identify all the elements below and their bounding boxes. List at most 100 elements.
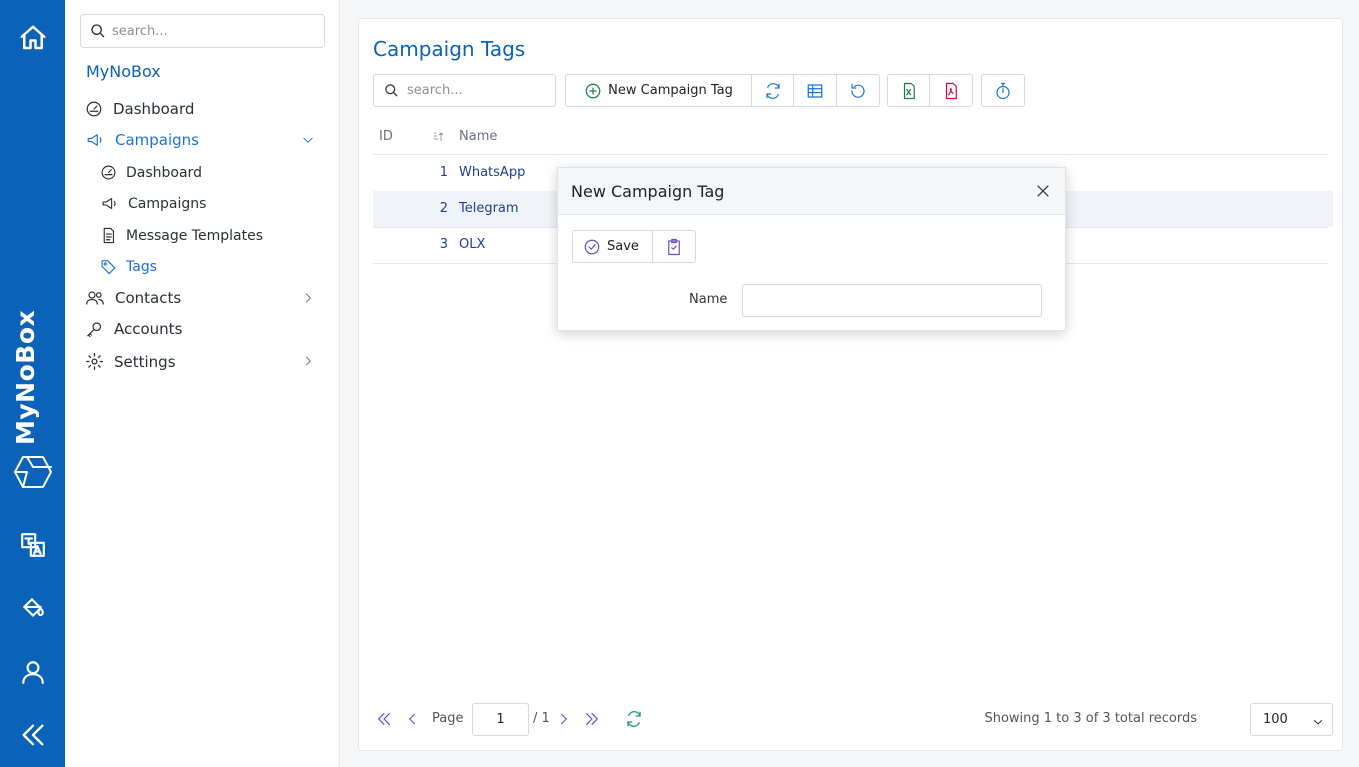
pdf-file-icon xyxy=(945,82,957,99)
page-number-input[interactable]: 1 xyxy=(472,703,529,736)
page-size-value: 100 xyxy=(1263,712,1288,727)
row-name-link[interactable]: Telegram xyxy=(459,201,519,216)
row-id: 2 xyxy=(439,201,448,216)
sidebar-item-label: Tags xyxy=(126,258,157,275)
timer-toolbar xyxy=(981,74,1025,107)
last-page-icon[interactable] xyxy=(583,711,601,727)
sidebar-subitem-message-templates[interactable]: Message Templates xyxy=(100,227,263,244)
close-button[interactable] xyxy=(1035,183,1051,203)
chevron-right-icon xyxy=(301,291,325,309)
new-campaign-tag-button[interactable]: New Campaign Tag xyxy=(566,75,752,106)
clipboard-button[interactable] xyxy=(653,231,695,262)
check-circle-icon xyxy=(584,239,600,254)
name-field-label: Name xyxy=(689,292,728,307)
export-toolbar xyxy=(887,74,973,107)
page-size-select[interactable]: 100 xyxy=(1250,703,1333,736)
paint-bucket-icon[interactable] xyxy=(0,593,65,623)
user-icon[interactable] xyxy=(0,657,65,687)
sidebar-item-campaigns[interactable]: Campaigns xyxy=(85,131,325,149)
dialog-toolbar: Save xyxy=(572,230,696,263)
first-page-icon[interactable] xyxy=(375,711,393,727)
clipboard-check-icon xyxy=(668,238,680,255)
sidebar-subitem-dashboard[interactable]: Dashboard xyxy=(100,164,202,181)
collapse-icon[interactable] xyxy=(0,720,65,750)
sidebar-item-label: Campaigns xyxy=(115,131,200,149)
column-picker-button[interactable] xyxy=(794,75,837,106)
sidebar-item-dashboard[interactable]: Dashboard xyxy=(85,100,194,118)
grid-search-placeholder: search... xyxy=(407,83,463,98)
gear-icon xyxy=(85,352,104,371)
export-excel-button[interactable] xyxy=(888,75,930,106)
plus-circle-icon xyxy=(585,83,601,98)
auto-refresh-button[interactable] xyxy=(982,75,1024,106)
translate-icon[interactable] xyxy=(0,530,65,560)
home-icon[interactable] xyxy=(0,22,65,54)
row-name-link[interactable]: OLX xyxy=(459,237,485,252)
sort-icon[interactable] xyxy=(432,131,444,143)
grid-search-input[interactable]: search... xyxy=(373,74,556,107)
undo-icon xyxy=(851,83,865,98)
new-campaign-tag-dialog: New Campaign Tag Save Name xyxy=(557,167,1066,331)
megaphone-icon xyxy=(102,197,116,210)
refresh-icon[interactable] xyxy=(625,710,643,728)
sidebar-item-accounts[interactable]: Accounts xyxy=(85,320,182,338)
document-icon xyxy=(103,227,115,244)
reset-button[interactable] xyxy=(837,75,879,106)
tag-icon xyxy=(101,260,116,275)
sidebar-item-contacts[interactable]: Contacts xyxy=(85,289,325,307)
stopwatch-icon xyxy=(996,82,1010,99)
previous-page-icon[interactable] xyxy=(405,711,419,727)
next-page-icon[interactable] xyxy=(557,711,571,727)
rail-brand-text: MyNoBox xyxy=(11,309,40,445)
name-input[interactable] xyxy=(742,284,1042,317)
gauge-icon xyxy=(101,165,116,180)
gauge-icon xyxy=(86,101,102,117)
save-button[interactable]: Save xyxy=(573,231,653,262)
page-label: Page xyxy=(432,711,464,726)
users-icon xyxy=(86,291,104,305)
save-label: Save xyxy=(607,239,639,254)
sidebar-brand: MyNoBox xyxy=(86,62,161,81)
box-logo-icon xyxy=(0,452,65,492)
row-id: 1 xyxy=(439,165,448,180)
row-name-link[interactable]: WhatsApp xyxy=(459,165,525,180)
sidebar-search-placeholder: search... xyxy=(112,23,168,39)
chevron-right-icon xyxy=(301,354,325,372)
column-header-name[interactable]: Name xyxy=(459,129,497,144)
megaphone-icon xyxy=(87,134,102,146)
chevron-down-icon xyxy=(301,133,325,151)
export-pdf-button[interactable] xyxy=(930,75,972,106)
main-card: Campaign Tags search... New Campaign Tag xyxy=(358,18,1343,751)
pager: Page 1 / 1 Showing 1 to 3 of 3 total rec… xyxy=(373,703,1333,737)
dialog-header: New Campaign Tag xyxy=(558,168,1065,215)
new-campaign-tag-label: New Campaign Tag xyxy=(608,83,733,98)
sidebar-item-label: Settings xyxy=(114,352,176,371)
search-icon xyxy=(91,24,105,38)
page-title: Campaign Tags xyxy=(373,37,526,61)
app-rail: MyNoBox xyxy=(0,0,65,767)
refresh-button[interactable] xyxy=(752,75,794,106)
dialog-title: New Campaign Tag xyxy=(571,182,725,201)
grid-toolbar: New Campaign Tag xyxy=(565,74,880,107)
close-icon xyxy=(1037,185,1049,197)
page-total: / 1 xyxy=(533,711,550,726)
key-icon xyxy=(87,322,102,338)
sidebar-search-input[interactable]: search... xyxy=(80,14,325,48)
sidebar-item-settings[interactable]: Settings xyxy=(85,352,325,371)
records-summary: Showing 1 to 3 of 3 total records xyxy=(984,711,1197,726)
sidebar-item-label: Message Templates xyxy=(126,227,263,244)
sidebar-item-label: Accounts xyxy=(114,320,183,338)
column-header-id[interactable]: ID xyxy=(379,129,393,144)
sidebar-item-label: Contacts xyxy=(115,289,182,307)
refresh-icon xyxy=(765,82,780,99)
sidebar-subitem-campaigns[interactable]: Campaigns xyxy=(100,195,206,212)
chevron-down-icon xyxy=(1314,720,1322,725)
sidebar-item-label: Dashboard xyxy=(126,164,202,181)
table-icon xyxy=(807,83,823,98)
sidebar-item-label: Campaigns xyxy=(128,195,207,212)
sidebar-subitem-tags[interactable]: Tags xyxy=(100,258,157,275)
sidebar: search... MyNoBox Dashboard Campaigns Da… xyxy=(65,0,340,767)
excel-file-icon xyxy=(903,82,915,99)
sidebar-item-label: Dashboard xyxy=(113,100,195,118)
search-icon xyxy=(385,84,398,97)
